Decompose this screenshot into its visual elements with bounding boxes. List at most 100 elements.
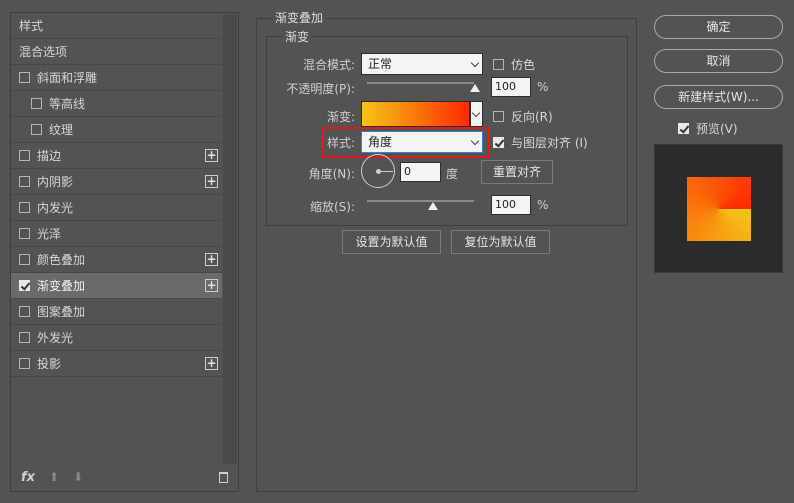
scale-slider-track[interactable] bbox=[367, 200, 474, 202]
trash-icon[interactable] bbox=[219, 471, 228, 483]
chevron-down-icon bbox=[471, 108, 481, 118]
scale-percent: % bbox=[537, 198, 549, 212]
add-icon[interactable]: + bbox=[205, 149, 218, 162]
style-item-label: 图案叠加 bbox=[37, 305, 86, 319]
preview-swatch bbox=[687, 177, 751, 241]
style-item-label: 样式 bbox=[19, 19, 44, 33]
opacity-value: 100 bbox=[495, 80, 516, 93]
preview-area bbox=[654, 144, 783, 273]
style-item-checkbox[interactable] bbox=[19, 228, 30, 239]
opacity-percent: % bbox=[537, 80, 549, 94]
ok-button[interactable]: 确定 bbox=[654, 15, 783, 39]
dither-checkbox-box[interactable] bbox=[493, 59, 504, 70]
style-item-checkbox[interactable] bbox=[31, 98, 42, 109]
angle-label: 角度(N): bbox=[308, 167, 355, 181]
opacity-input[interactable]: 100 bbox=[491, 77, 531, 97]
style-item-label: 斜面和浮雕 bbox=[37, 71, 98, 85]
preview-checkbox[interactable]: 预览(V) bbox=[678, 120, 738, 137]
gradient-swatch[interactable] bbox=[361, 101, 470, 127]
blend-mode-value: 正常 bbox=[368, 57, 393, 71]
styles-list-scrollbar[interactable] bbox=[223, 14, 237, 464]
style-item-checkbox[interactable] bbox=[19, 254, 30, 265]
style-item-checkbox[interactable] bbox=[19, 358, 30, 369]
style-item-11[interactable]: 图案叠加 bbox=[11, 299, 222, 325]
style-item-checkbox[interactable] bbox=[31, 124, 42, 135]
opacity-slider-thumb[interactable] bbox=[470, 84, 480, 92]
add-icon[interactable]: + bbox=[205, 175, 218, 188]
align-label: 与图层对齐 (I) bbox=[511, 136, 588, 150]
style-item-2[interactable]: 斜面和浮雕 bbox=[11, 65, 222, 91]
style-item-9[interactable]: 颜色叠加 + bbox=[11, 247, 222, 273]
chevron-down-icon bbox=[470, 58, 480, 68]
scale-label: 缩放(S): bbox=[309, 200, 355, 214]
scale-value: 100 bbox=[495, 198, 516, 211]
add-icon[interactable]: + bbox=[205, 253, 218, 266]
style-item-6[interactable]: 内阴影 + bbox=[11, 169, 222, 195]
style-item-checkbox[interactable] bbox=[19, 176, 30, 187]
add-icon[interactable]: + bbox=[205, 279, 218, 292]
reverse-checkbox-box[interactable] bbox=[493, 111, 504, 122]
move-up-icon[interactable]: ⬆ bbox=[49, 470, 59, 484]
dither-label: 仿色 bbox=[511, 58, 536, 72]
style-item-checkbox[interactable] bbox=[19, 332, 30, 343]
style-item-5[interactable]: 描边 + bbox=[11, 143, 222, 169]
cancel-button[interactable]: 取消 bbox=[654, 49, 783, 73]
style-item-8[interactable]: 光泽 bbox=[11, 221, 222, 247]
align-checkbox-box[interactable] bbox=[493, 137, 504, 148]
style-dropdown[interactable]: 角度 bbox=[361, 131, 483, 153]
preview-label: 预览(V) bbox=[696, 122, 738, 136]
angle-input[interactable]: 0 bbox=[400, 162, 441, 182]
styles-list-panel: 样式混合选项斜面和浮雕等高线纹理描边 + 内阴影 + 内发光光泽颜色叠加 + 渐变叠加 + 图案… bbox=[10, 12, 239, 492]
align-with-layer-checkbox[interactable]: 与图层对齐 (I) bbox=[493, 134, 588, 151]
style-item-label: 混合选项 bbox=[19, 45, 68, 59]
style-item-checkbox[interactable] bbox=[19, 306, 30, 317]
style-item-7[interactable]: 内发光 bbox=[11, 195, 222, 221]
style-item-4[interactable]: 纹理 bbox=[11, 117, 222, 143]
reverse-label: 反向(R) bbox=[511, 110, 553, 124]
style-item-label: 投影 bbox=[37, 357, 62, 371]
style-item-1[interactable]: 混合选项 bbox=[11, 39, 222, 65]
style-item-label: 颜色叠加 bbox=[37, 253, 86, 267]
preview-checkbox-box[interactable] bbox=[678, 123, 689, 134]
blend-mode-dropdown[interactable]: 正常 bbox=[361, 53, 483, 75]
reset-to-default-button[interactable]: 复位为默认值 bbox=[451, 230, 550, 254]
style-item-label: 渐变叠加 bbox=[37, 279, 86, 293]
add-icon[interactable]: + bbox=[205, 357, 218, 370]
style-item-12[interactable]: 外发光 bbox=[11, 325, 222, 351]
style-item-label: 内阴影 bbox=[37, 175, 74, 189]
dither-checkbox[interactable]: 仿色 bbox=[493, 56, 535, 73]
scale-slider-thumb[interactable] bbox=[428, 202, 438, 210]
gradient-overlay-title: 渐变叠加 bbox=[272, 9, 327, 26]
style-item-checkbox[interactable] bbox=[19, 150, 30, 161]
reverse-checkbox[interactable]: 反向(R) bbox=[493, 108, 553, 125]
style-item-label: 纹理 bbox=[49, 123, 74, 137]
blend-mode-label: 混合模式: bbox=[302, 58, 355, 72]
gradient-subgroup-title: 渐变 bbox=[282, 28, 313, 45]
move-down-icon[interactable]: ⬇ bbox=[73, 470, 83, 484]
style-item-checkbox[interactable] bbox=[19, 72, 30, 83]
style-item-checkbox[interactable] bbox=[19, 280, 30, 291]
scale-input[interactable]: 100 bbox=[491, 195, 531, 215]
new-style-button[interactable]: 新建样式(W)... bbox=[654, 85, 783, 109]
style-item-3[interactable]: 等高线 bbox=[11, 91, 222, 117]
reset-alignment-button[interactable]: 重置对齐 bbox=[481, 160, 553, 184]
opacity-label: 不透明度(P): bbox=[286, 82, 355, 96]
style-label: 样式: bbox=[326, 136, 355, 150]
chevron-down-icon bbox=[470, 136, 480, 146]
angle-value: 0 bbox=[404, 165, 411, 178]
style-item-0[interactable]: 样式 bbox=[11, 13, 222, 39]
style-value: 角度 bbox=[368, 135, 393, 149]
degree-label: 度 bbox=[446, 167, 459, 181]
gradient-dropdown[interactable] bbox=[470, 101, 483, 127]
style-item-label: 内发光 bbox=[37, 201, 74, 215]
style-item-label: 描边 bbox=[37, 149, 62, 163]
style-item-10[interactable]: 渐变叠加 + bbox=[11, 273, 222, 299]
style-item-checkbox[interactable] bbox=[19, 202, 30, 213]
gradient-label: 渐变: bbox=[326, 110, 355, 124]
style-item-13[interactable]: 投影 + bbox=[11, 351, 222, 377]
opacity-slider-track[interactable] bbox=[367, 82, 474, 84]
style-item-label: 等高线 bbox=[49, 97, 86, 111]
set-as-default-button[interactable]: 设置为默认值 bbox=[342, 230, 441, 254]
fx-icon[interactable]: fx bbox=[21, 470, 35, 485]
angle-dial[interactable] bbox=[361, 154, 395, 188]
